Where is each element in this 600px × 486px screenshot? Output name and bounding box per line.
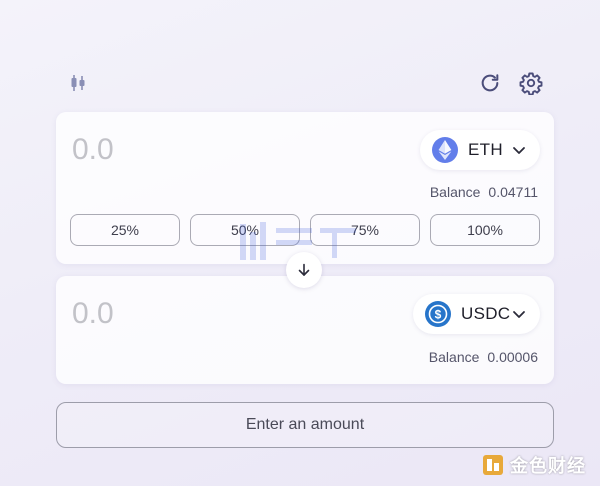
from-amount-input[interactable] [72,130,312,170]
to-token-selector[interactable]: $ USDC [413,294,540,334]
from-balance-label: Balance [429,184,481,200]
from-token-selector[interactable]: ETH [420,130,540,170]
watermark-corner: 金色财经 [482,452,586,478]
refresh-button[interactable] [476,69,504,97]
refresh-icon [481,74,499,92]
usdc-logo-icon: $ [425,301,451,327]
to-balance-value: 0.00006 [487,349,538,365]
watermark-logo-icon [483,455,503,475]
from-balance: Balance 0.04711 [430,184,538,200]
to-token-panel: $ USDC Balance 0.00006 [56,276,554,384]
percent-75-button[interactable]: 75% [310,214,420,246]
to-balance-label: Balance [428,349,480,365]
from-token-panel: ETH Balance 0.04711 25% 50% 75% 100% [56,112,554,264]
swap-direction-button[interactable] [286,252,322,288]
gear-icon [519,72,543,95]
candlestick-chart-icon[interactable] [70,74,86,92]
chevron-down-icon [512,307,526,321]
watermark-text: 金色财经 [510,456,586,476]
svg-text:$: $ [435,308,442,322]
percent-50-button[interactable]: 50% [190,214,300,246]
eth-logo-icon [432,137,458,163]
to-amount-input[interactable] [72,294,312,334]
from-balance-value: 0.04711 [488,184,538,200]
from-token-symbol: ETH [468,140,503,159]
enter-amount-button[interactable]: Enter an amount [56,402,554,448]
percent-100-button[interactable]: 100% [430,214,540,246]
toolbar [56,66,554,100]
arrow-down-icon [298,263,310,276]
percent-buttons: 25% 50% 75% 100% [70,214,540,246]
settings-button[interactable] [517,69,545,97]
chevron-down-icon [512,143,526,157]
percent-25-button[interactable]: 25% [70,214,180,246]
to-balance: Balance 0.00006 [429,349,538,365]
to-token-symbol: USDC [461,304,511,323]
